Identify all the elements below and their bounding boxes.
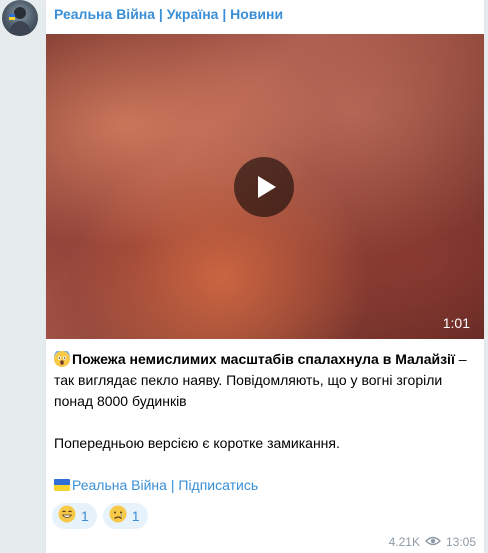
play-button[interactable] xyxy=(234,157,294,217)
grinning-face-icon xyxy=(58,505,76,528)
eye-icon xyxy=(424,535,441,549)
screaming-face-icon xyxy=(54,349,70,367)
subscribe-link[interactable]: Підписатись xyxy=(178,477,258,493)
post-headline: Пожежа немислимих масштабів спалахнула в… xyxy=(72,351,455,367)
video-player[interactable]: 1:01 xyxy=(46,34,484,339)
message-bubble: Реальна Війна | Україна | Новини 1:01 По… xyxy=(46,0,484,553)
message-meta: 4.21K 13:05 xyxy=(389,535,476,549)
post-text: Пожежа немислимих масштабів спалахнула в… xyxy=(54,349,470,496)
channel-avatar[interactable] xyxy=(2,0,38,36)
ukraine-flag-icon xyxy=(54,479,70,491)
channel-link[interactable]: Реальна Війна xyxy=(72,477,167,493)
reaction-count: 1 xyxy=(131,508,140,524)
video-duration: 1:01 xyxy=(442,315,470,331)
footer-separator: | xyxy=(166,477,179,493)
reaction-crying[interactable]: 1 xyxy=(102,503,148,529)
play-icon xyxy=(258,176,276,198)
crying-face-icon xyxy=(109,505,127,528)
message-time: 13:05 xyxy=(445,535,476,549)
reaction-grinning[interactable]: 1 xyxy=(52,503,97,529)
reaction-count: 1 xyxy=(81,508,89,524)
channel-name[interactable]: Реальна Війна | Україна | Новини xyxy=(54,6,283,22)
view-count: 4.21K xyxy=(388,535,420,549)
reactions-bar: 1 1 xyxy=(52,503,148,529)
post-note: Попередньою версією є коротке замикання. xyxy=(54,435,340,451)
